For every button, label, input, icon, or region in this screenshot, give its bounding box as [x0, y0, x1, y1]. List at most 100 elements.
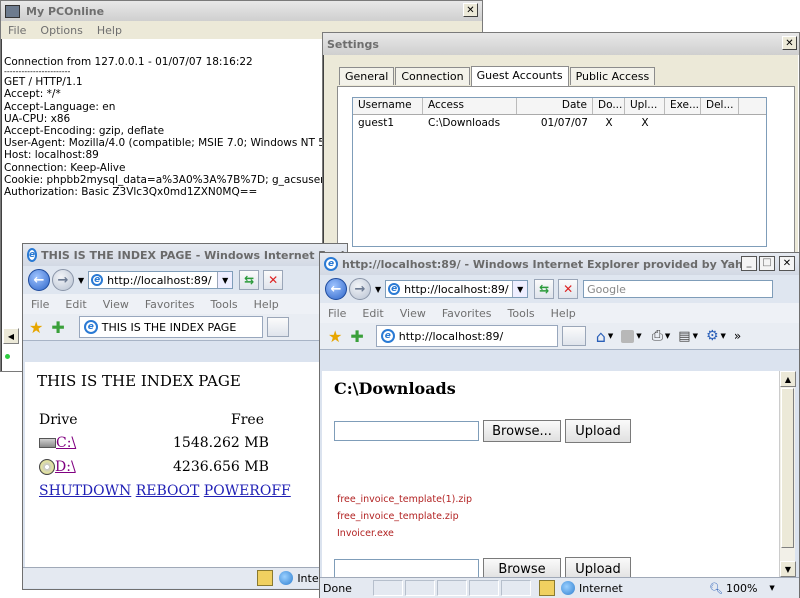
ie-titlebar[interactable]: e THIS IS THE INDEX PAGE - Windows Inter…	[23, 244, 347, 266]
refresh-button[interactable]: ⇆	[239, 270, 260, 290]
forward-button[interactable]: →	[52, 269, 74, 291]
reboot-link[interactable]: REBOOT	[136, 483, 200, 499]
stop-button[interactable]: ✕	[558, 279, 579, 299]
page-icon: e	[91, 274, 104, 286]
back-button[interactable]: ←	[325, 278, 347, 300]
chevron-down-icon[interactable]: ▼	[693, 332, 698, 340]
table-row[interactable]: guest1 C:\Downloads 01/07/07 X X	[353, 115, 766, 131]
poweroff-link[interactable]: POWEROFF	[204, 483, 291, 499]
rss-feed-icon[interactable]	[621, 329, 635, 343]
back-button[interactable]: ←	[28, 269, 50, 291]
hscroll-left-arrow[interactable]: ◀	[3, 328, 19, 344]
vertical-scrollbar[interactable]: ▲ ▼	[779, 371, 796, 577]
menu-view[interactable]: View	[95, 298, 137, 311]
minimize-button[interactable]: _	[741, 256, 757, 271]
col-access[interactable]: Access	[423, 98, 517, 114]
close-button[interactable]: ✕	[463, 3, 478, 17]
tab-public-access[interactable]: Public Access	[569, 67, 656, 85]
tools-gear-icon[interactable]: ⚙	[706, 328, 719, 344]
menu-file[interactable]: File	[320, 307, 354, 320]
chevron-down-icon[interactable]: ▼	[665, 332, 670, 340]
search-input[interactable]: Google	[583, 280, 774, 298]
page-tab-label: THIS IS THE INDEX PAGE	[101, 320, 237, 334]
refresh-button[interactable]: ⇆	[534, 279, 555, 299]
log-line: Accept-Encoding: gzip, deflate	[4, 125, 165, 138]
page-tab[interactable]: e THIS IS THE INDEX PAGE	[78, 316, 263, 338]
close-button[interactable]: ✕	[782, 36, 797, 50]
file-link[interactable]: free_invoice_template(1).zip	[337, 491, 472, 508]
menu-view[interactable]: View	[392, 307, 434, 320]
ie-logo-icon: e	[324, 257, 338, 271]
tab-connection[interactable]: Connection	[395, 67, 470, 85]
forward-button[interactable]: →	[349, 278, 371, 300]
tab-general[interactable]: General	[339, 67, 395, 85]
menu-favorites[interactable]: Favorites	[434, 307, 500, 320]
menu-favorites[interactable]: Favorites	[137, 298, 203, 311]
file-path-input[interactable]	[334, 559, 479, 577]
settings-titlebar[interactable]: Settings ✕	[323, 33, 799, 55]
menu-help[interactable]: Help	[543, 307, 584, 320]
new-tab-button[interactable]	[561, 326, 586, 346]
drive-link-c[interactable]: C:\	[56, 435, 76, 451]
globe-icon	[279, 571, 294, 585]
chevron-down-icon[interactable]: ▼	[78, 276, 84, 285]
print-icon[interactable]: ⎙	[652, 328, 663, 344]
zoom-icon[interactable]: 🔍︎	[709, 582, 723, 595]
scroll-up-arrow[interactable]: ▲	[780, 371, 796, 387]
scroll-thumb[interactable]	[781, 388, 794, 548]
zoom-level[interactable]: 100%	[726, 582, 757, 595]
page-menu-icon[interactable]: ▤	[678, 329, 690, 344]
favorites-star-icon[interactable]: ★	[328, 327, 342, 346]
menu-help[interactable]: Help	[246, 298, 287, 311]
menu-options[interactable]: Options	[33, 24, 89, 37]
stop-button[interactable]: ✕	[263, 270, 284, 290]
address-input[interactable]: e http://localhost:89/ ▼	[385, 280, 529, 298]
chevron-down-icon[interactable]: ▼	[769, 584, 774, 592]
page-tab[interactable]: e http://localhost:89/	[375, 325, 558, 347]
col-execute[interactable]: Exe...	[665, 98, 701, 114]
more-chevron-icon[interactable]: »	[734, 329, 741, 343]
ie-titlebar[interactable]: e http://localhost:89/ - Windows Interne…	[320, 253, 799, 275]
menu-help[interactable]: Help	[90, 24, 129, 37]
menu-edit[interactable]: Edit	[57, 298, 94, 311]
new-tab-button[interactable]	[266, 317, 289, 337]
col-username[interactable]: Username	[353, 98, 423, 114]
col-download[interactable]: Do...	[593, 98, 625, 114]
pconline-titlebar[interactable]: My PCOnline ✕	[1, 1, 482, 21]
close-button[interactable]: ✕	[779, 256, 795, 271]
add-favorite-icon[interactable]: ✚	[51, 318, 64, 337]
shutdown-link[interactable]: SHUTDOWN	[39, 483, 131, 499]
address-dropdown-icon[interactable]: ▼	[512, 281, 528, 297]
address-input[interactable]: e http://localhost:89/ ▼	[88, 271, 234, 289]
file-path-input[interactable]	[334, 421, 479, 441]
chevron-down-icon[interactable]: ▼	[375, 285, 381, 294]
maximize-button[interactable]: □	[759, 256, 775, 271]
file-link[interactable]: Invoicer.exe	[337, 525, 472, 542]
address-dropdown-icon[interactable]: ▼	[217, 272, 233, 288]
file-link[interactable]: free_invoice_template.zip	[337, 508, 472, 525]
chevron-down-icon[interactable]: ▼	[636, 332, 641, 340]
drive-link-d[interactable]: D:\	[55, 459, 76, 475]
scroll-down-arrow[interactable]: ▼	[780, 561, 796, 577]
menu-file[interactable]: File	[1, 24, 33, 37]
menu-file[interactable]: File	[23, 298, 57, 311]
upload-form-2: Browse Upload	[334, 557, 631, 577]
col-upload[interactable]: Upl...	[625, 98, 665, 114]
add-favorite-icon[interactable]: ✚	[350, 327, 363, 346]
col-delete[interactable]: Del...	[701, 98, 739, 114]
browse-button[interactable]: Browse	[483, 558, 561, 577]
browse-button[interactable]: Browse...	[483, 420, 561, 442]
menu-edit[interactable]: Edit	[354, 307, 391, 320]
cell-download: X	[605, 117, 613, 129]
home-icon[interactable]: ⌂	[596, 327, 606, 346]
tab-guest-accounts[interactable]: Guest Accounts	[470, 66, 569, 86]
upload-button[interactable]: Upload	[565, 557, 631, 577]
col-date[interactable]: Date	[517, 98, 593, 114]
chevron-down-icon[interactable]: ▼	[721, 332, 726, 340]
favorites-star-icon[interactable]: ★	[29, 318, 43, 337]
upload-button[interactable]: Upload	[565, 419, 631, 443]
menu-tools[interactable]: Tools	[203, 298, 246, 311]
chevron-down-icon[interactable]: ▼	[608, 332, 613, 340]
menu-tools[interactable]: Tools	[500, 307, 543, 320]
log-line: Accept-Language: en	[4, 100, 116, 113]
